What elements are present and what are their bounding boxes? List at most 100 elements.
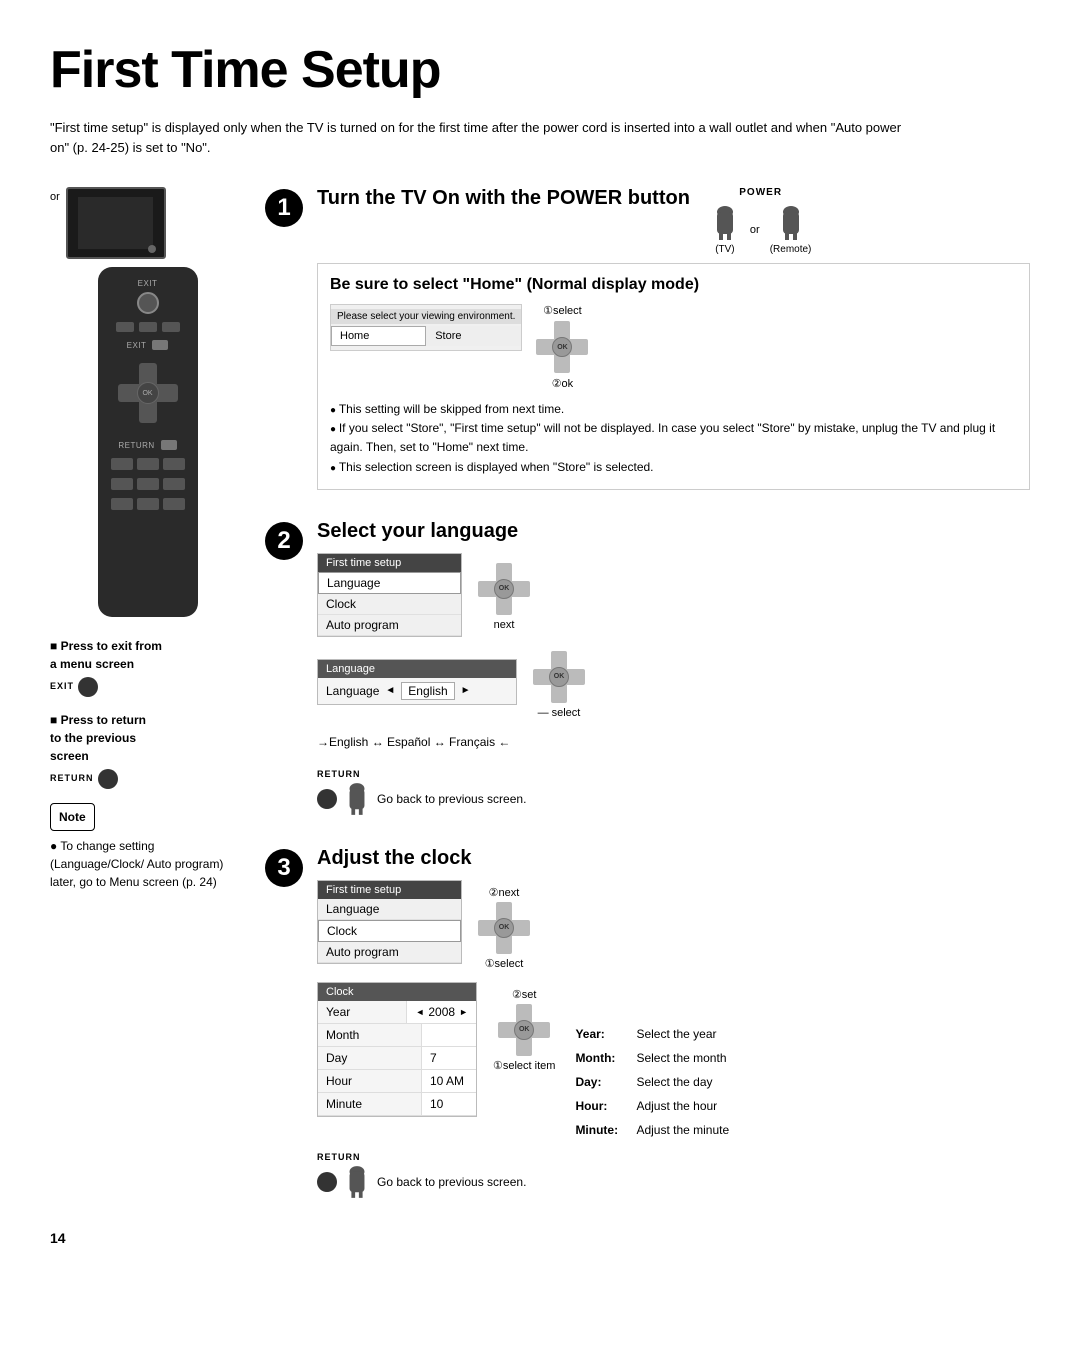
home-dpad-ok[interactable]: OK — [552, 337, 572, 357]
remote-rect-btn-9[interactable] — [163, 498, 185, 510]
hour-key: Hour: — [575, 1094, 630, 1118]
return-word-step3: RETURN — [317, 1152, 361, 1162]
exit-circle-icon — [78, 677, 98, 697]
clock-label-minute: Minute: Adjust the minute — [575, 1118, 729, 1142]
press-return-label: ■ Press to returnto the previousscreen — [50, 711, 245, 765]
remote-rect-btn-7[interactable] — [111, 498, 133, 510]
remote-rect-btn-4[interactable] — [111, 478, 133, 490]
home-bullets: This setting will be skipped from next t… — [330, 400, 1017, 477]
clock-label-month: Month: Select the month — [575, 1046, 729, 1070]
clock-set-annotation: ②set — [512, 988, 537, 1001]
power-icons-row: (TV) or (Remote) — [710, 204, 811, 255]
hand-icon-remote — [776, 204, 806, 242]
return-btn[interactable] — [161, 440, 177, 450]
bullet-1: This setting will be skipped from next t… — [330, 400, 1017, 419]
remote-row5 — [111, 498, 185, 510]
power-label: EXIT — [138, 279, 158, 288]
select-label: select — [552, 707, 581, 719]
clock-label-year: Year: Select the year — [575, 1022, 729, 1046]
remote-rect-btn-6[interactable] — [163, 478, 185, 490]
return-label-remote: RETURN — [118, 441, 154, 450]
year-arrow-right: ► — [459, 1007, 468, 1017]
hour-label: Hour — [318, 1070, 421, 1092]
year-value: ◄ 2008 ► — [406, 1001, 476, 1023]
step3-return-area: RETURN Go back to previous screen. — [317, 1152, 1030, 1200]
fts-clock-row[interactable]: Clock — [318, 594, 461, 615]
hand-icon-return-step2 — [343, 781, 371, 817]
year-val: 2008 — [428, 1005, 455, 1019]
remote-rect-btn-1[interactable] — [111, 458, 133, 470]
home-mode-box: Be sure to select "Home" (Normal display… — [317, 263, 1030, 490]
hand-icon-tv — [710, 204, 740, 242]
step2-section: 2 Select your language First time setup … — [265, 520, 1030, 817]
lang-panel: Language Language ◄ English ► — [317, 659, 517, 705]
clock-ok-area: ②set OK ①select item — [493, 988, 555, 1072]
year-desc: Select the year — [636, 1022, 716, 1046]
tv-box — [66, 187, 166, 259]
lang-ok-area: OK — select — [533, 651, 585, 719]
step1-section: 1 Turn the TV On with the POWER button P… — [265, 187, 1030, 490]
lang-dpad-ok[interactable]: OK — [549, 667, 569, 687]
dpad-ok-center[interactable]: OK — [137, 382, 159, 404]
exit-btn[interactable] — [152, 340, 168, 350]
remote-return-row: RETURN — [118, 440, 176, 450]
remote-rect-btn-2[interactable] — [137, 458, 159, 470]
clock-dpad: OK — [498, 1004, 550, 1056]
fts-language-row[interactable]: Language — [318, 572, 461, 594]
return-bullet-step2 — [317, 789, 337, 809]
home-menu: Please select your viewing environment. … — [330, 304, 522, 351]
remote-btn-2[interactable] — [139, 322, 157, 332]
step3-dpad-ok[interactable]: OK — [494, 918, 514, 938]
return-word-label: RETURN — [50, 772, 94, 786]
home-item[interactable]: Home — [331, 326, 426, 346]
lang-select-annotation: — select — [538, 707, 581, 719]
or-text: or — [50, 191, 60, 203]
clock-row-minute: Minute 10 — [318, 1093, 476, 1116]
step2-bottom: Language Language ◄ English ► — [317, 647, 1030, 719]
press-exit-label: ■ Press to exit froma menu screen — [50, 637, 245, 673]
fts3-language-row[interactable]: Language — [318, 899, 461, 920]
step1-inner: Turn the TV On with the POWER button POW… — [317, 187, 1030, 490]
month-label: Month — [318, 1024, 421, 1046]
clock-row: Clock Year ◄ 2008 ► — [317, 982, 555, 1117]
note-box-area: Note ● To change setting (Language/Clock… — [50, 803, 245, 891]
clock-label-day: Day: Select the day — [575, 1070, 729, 1094]
go-back-text-step2: Go back to previous screen. — [377, 792, 526, 806]
step3-badge: 3 — [265, 849, 303, 887]
clock-dpad-ok[interactable]: OK — [514, 1020, 534, 1040]
next-annotation: next — [494, 619, 515, 631]
tv-power-dot — [148, 245, 156, 253]
remote-power-icon: (Remote) — [770, 204, 812, 255]
hour-value: 10 AM — [421, 1070, 476, 1092]
home-dpad: OK — [536, 321, 588, 373]
step2-ok-area: OK next — [478, 563, 530, 631]
lang-value: English — [401, 682, 454, 700]
step2-dpad-ok[interactable]: OK — [494, 579, 514, 599]
remote-btn-1[interactable] — [116, 322, 134, 332]
remote-rect-btn-3[interactable] — [163, 458, 185, 470]
page-number: 14 — [50, 1230, 1030, 1246]
remote-power-button[interactable] — [137, 292, 159, 314]
remote-btn-3[interactable] — [162, 322, 180, 332]
remote-rect-btn-8[interactable] — [137, 498, 159, 510]
fts3-clock-row[interactable]: Clock — [318, 920, 461, 942]
home-ok-area: ①select OK ②ok — [536, 304, 588, 390]
month-desc: Select the month — [636, 1046, 726, 1070]
day-label: Day — [318, 1047, 421, 1069]
fts-autoprogram-row[interactable]: Auto program — [318, 615, 461, 636]
year-key: Year: — [575, 1022, 630, 1046]
store-item[interactable]: Store — [426, 326, 521, 346]
return-col-step3: RETURN Go back to previous screen. — [317, 1152, 526, 1200]
step2-badge: 2 — [265, 522, 303, 560]
fts3-autoprogram-row[interactable]: Auto program — [318, 942, 461, 963]
step3-fts-row: First time setup Language Clock Auto pro… — [317, 880, 1030, 970]
lang-row-label: Language — [326, 684, 379, 698]
tv-illustration: or — [50, 187, 245, 259]
remote-rect-btn-5[interactable] — [137, 478, 159, 490]
page-title: First Time Setup — [50, 40, 1030, 100]
return-btn-row: Go back to previous screen. — [317, 781, 526, 817]
step2-dpad: OK — [478, 563, 530, 615]
ok-annotation: ②ok — [552, 377, 573, 390]
minute-key: Minute: — [575, 1118, 630, 1142]
exit-note: ■ Press to exit froma menu screen EXIT — [50, 637, 245, 697]
